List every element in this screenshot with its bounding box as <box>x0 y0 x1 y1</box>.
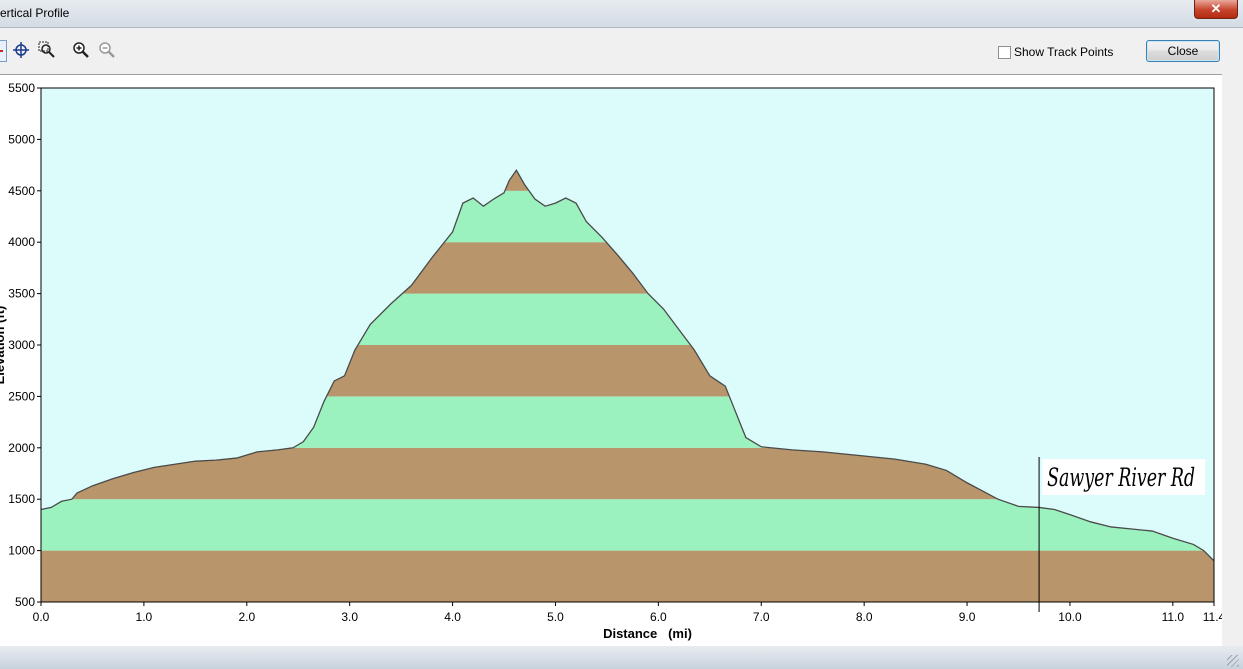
window-titlebar: ertical Profile ✕ <box>0 0 1243 28</box>
y-tick-label: 500 <box>15 595 35 609</box>
x-tick-label: 9.0 <box>959 610 976 624</box>
x-tick-label: 5.0 <box>547 610 564 624</box>
x-tick-label: 1.0 <box>136 610 153 624</box>
pointer-icon[interactable] <box>0 40 7 62</box>
toolbar: Show Track Points Close <box>0 28 1243 74</box>
resize-grip[interactable] <box>1227 655 1239 667</box>
elevation-profile-chart: 500 1000 1500 2000 2500 3000 3500 4000 4500 5000 5… <box>0 81 1222 641</box>
y-tick-label: 3500 <box>8 287 35 301</box>
x-tick-label: 11.4 <box>1203 610 1222 624</box>
x-tick-label: 4.0 <box>444 610 461 624</box>
x-tick-label: 6.0 <box>650 610 667 624</box>
window-close-button[interactable]: ✕ <box>1194 0 1238 19</box>
right-margin <box>1222 74 1243 646</box>
x-tick-label: 3.0 <box>341 610 358 624</box>
y-tick-label: 4000 <box>8 235 35 249</box>
y-tick-label: 1000 <box>8 544 35 558</box>
zoom-out-icon[interactable] <box>97 40 117 60</box>
y-axis-label: Elevation (ft) <box>0 306 7 385</box>
zoom-box-icon[interactable] <box>37 40 57 60</box>
y-tick-label: 5500 <box>8 81 35 95</box>
plot-panel: 500 1000 1500 2000 2500 3000 3500 4000 4500 5000 5… <box>0 74 1222 647</box>
close-button[interactable]: Close <box>1146 40 1220 62</box>
x-tick-label: 7.0 <box>753 610 770 624</box>
y-tick-label: 5000 <box>8 132 35 146</box>
annotation-label: Sawyer River Rd <box>1047 463 1195 492</box>
y-tick-label: 4500 <box>8 184 35 198</box>
zoom-in-icon[interactable] <box>71 40 91 60</box>
x-tick-label: 11.0 <box>1162 610 1185 624</box>
checkbox-box[interactable] <box>998 46 1011 59</box>
y-tick-label: 2500 <box>8 389 35 403</box>
window-title: ertical Profile <box>0 6 70 20</box>
x-tick-label: 0.0 <box>33 610 50 624</box>
y-tick-label: 3000 <box>8 338 35 352</box>
crosshair-icon[interactable] <box>11 40 31 60</box>
x-tick-label: 2.0 <box>238 610 255 624</box>
window-bottom-edge <box>0 646 1243 669</box>
x-tick-label: 8.0 <box>856 610 873 624</box>
x-tick-label: 10.0 <box>1058 610 1082 624</box>
y-tick-label: 2000 <box>8 441 35 455</box>
y-tick-label: 1500 <box>8 492 35 506</box>
elevation-band <box>41 550 1214 602</box>
x-axis-label: Distance (mi) <box>603 626 692 641</box>
show-track-points-label: Show Track Points <box>1014 45 1114 59</box>
